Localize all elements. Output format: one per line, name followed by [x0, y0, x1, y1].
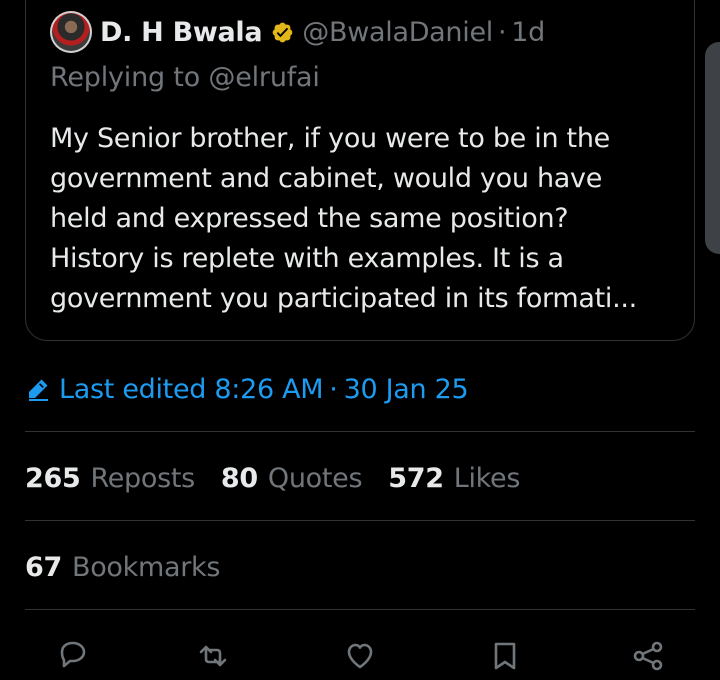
quoted-text-line: government you participated in its forma…: [50, 283, 637, 314]
last-edited-label: Last edited 8:26 AM: [59, 373, 324, 405]
last-edited-link[interactable]: Last edited 8:26 AM · 30 Jan 25: [25, 370, 469, 408]
share-icon[interactable]: [628, 636, 668, 676]
divider: [25, 431, 695, 432]
header-separator: ·: [497, 16, 507, 48]
reposts-count: 265: [25, 462, 81, 494]
bookmarks-stat[interactable]: 67 Bookmarks: [25, 547, 220, 587]
quoted-tweet-text: My Senior brother, if you were to be in …: [50, 119, 680, 319]
bookmark-icon[interactable]: [485, 636, 525, 676]
scrollbar[interactable]: [705, 42, 720, 254]
quoted-tweet-header: D. H Bwala @BwalaDaniel · 1d: [50, 11, 545, 53]
likes-stat[interactable]: 572 Likes: [388, 463, 520, 494]
quotes-label: Quotes: [267, 462, 363, 494]
quoted-tweet-card[interactable]: D. H Bwala @BwalaDaniel · 1d Replying to…: [25, 0, 695, 341]
quotes-count: 80: [220, 462, 258, 494]
quoted-text-line: History is replete with examples. It is …: [50, 243, 564, 274]
divider: [25, 609, 695, 610]
reply-icon[interactable]: [52, 636, 92, 676]
reposts-label: Reposts: [90, 462, 195, 494]
quoted-text-line: held and expressed the same position?: [50, 203, 569, 234]
engagement-stats: 265 Reposts 80 Quotes 572 Likes: [25, 458, 546, 498]
author-handle[interactable]: @BwalaDaniel: [302, 17, 493, 48]
reposts-stat[interactable]: 265 Reposts: [25, 463, 195, 494]
verified-badge-icon: [271, 21, 294, 44]
replying-to[interactable]: Replying to @elrufai: [50, 62, 320, 93]
edited-date: 30 Jan 25: [343, 373, 469, 405]
quoted-text-line: My Senior brother, if you were to be in …: [50, 123, 610, 154]
likes-count: 572: [388, 462, 444, 494]
pencil-icon: [25, 376, 51, 402]
avatar[interactable]: [50, 11, 92, 53]
tweet-age[interactable]: 1d: [511, 17, 545, 48]
likes-label: Likes: [453, 462, 521, 494]
bookmarks-label: Bookmarks: [71, 551, 221, 583]
bookmarks-count: 67: [25, 551, 62, 583]
quotes-stat[interactable]: 80 Quotes: [220, 462, 363, 494]
action-bar: [0, 636, 720, 676]
edited-separator: ·: [329, 373, 338, 405]
author-name[interactable]: D. H Bwala: [100, 17, 263, 48]
divider: [25, 520, 695, 521]
repost-icon[interactable]: [193, 636, 233, 676]
quoted-text-line: government and cabinet, would you have: [50, 163, 603, 194]
heart-icon[interactable]: [340, 636, 380, 676]
